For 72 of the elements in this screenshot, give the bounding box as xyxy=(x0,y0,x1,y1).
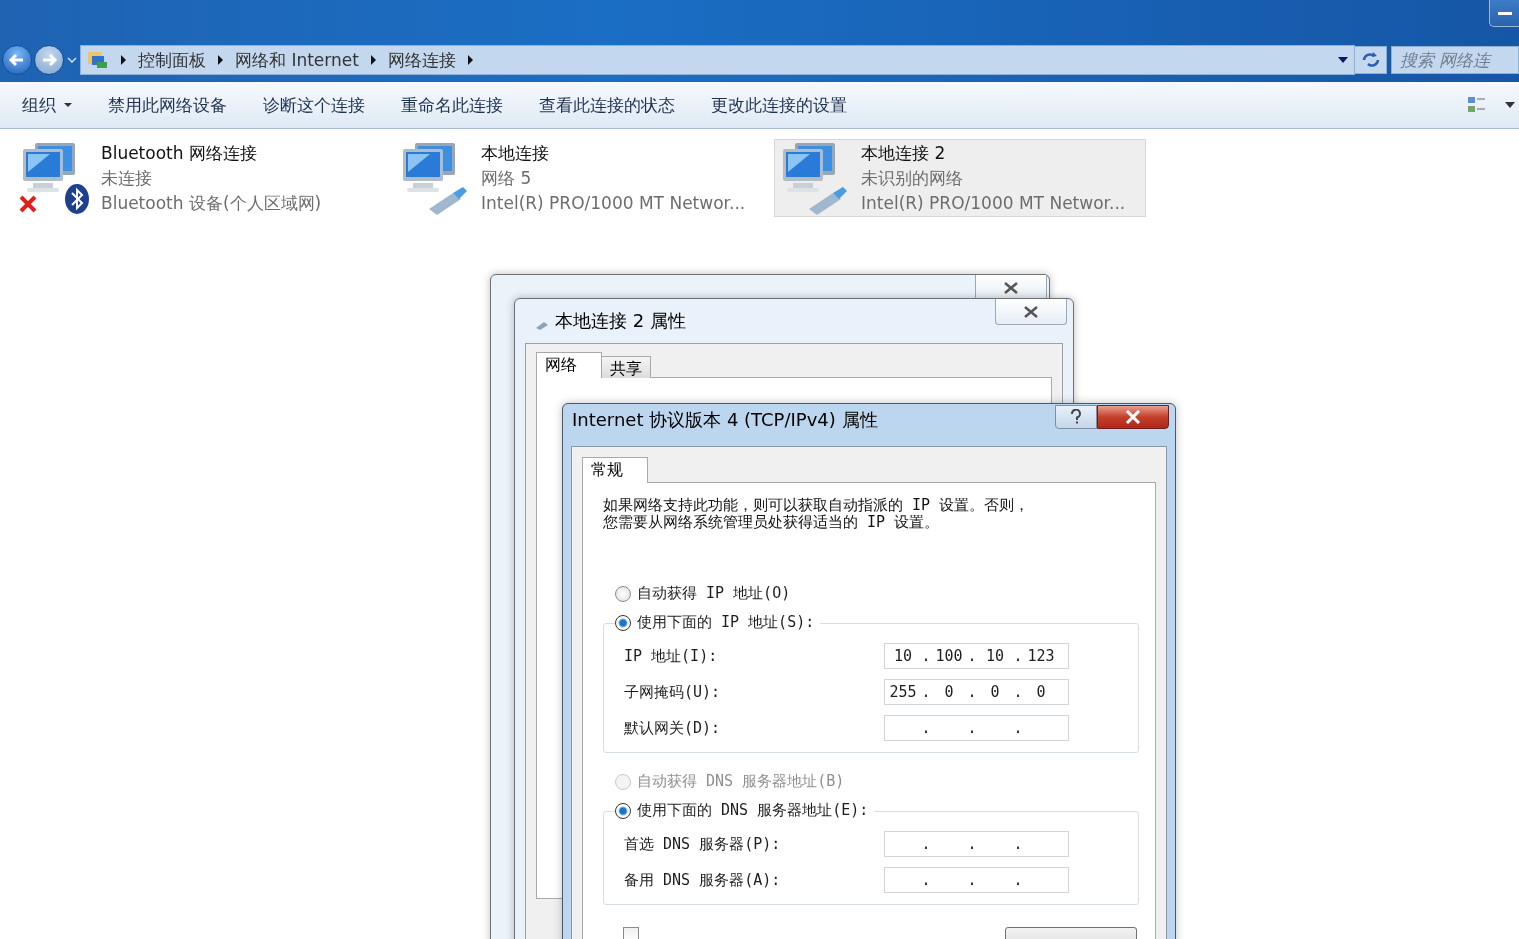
address-dropdown-icon[interactable] xyxy=(1338,57,1348,63)
search-field[interactable]: 搜索 网络连 xyxy=(1391,46,1519,74)
refresh-button[interactable] xyxy=(1355,46,1387,74)
close-icon xyxy=(1022,304,1040,319)
ip-address-field[interactable]: 255 . 0 . 0 . 0 xyxy=(884,679,1069,705)
radio-label: 自动获得 IP 地址(O) xyxy=(637,584,791,603)
window-title: 本地连接 2 属性 xyxy=(555,309,686,333)
refresh-icon xyxy=(1360,51,1381,69)
field-label: 子网掩码(U): xyxy=(624,682,722,702)
tab[interactable]: 共享 xyxy=(601,356,651,378)
checkbox[interactable] xyxy=(623,927,639,939)
close-button[interactable] xyxy=(995,299,1067,325)
radio-label: 使用下面的 IP 地址(S): xyxy=(637,613,815,632)
connection-name: Bluetooth 网络连接 xyxy=(101,141,258,165)
connection-status: 未识别的网络 xyxy=(861,166,964,190)
radio-label: 使用下面的 DNS 服务器地址(E): xyxy=(637,801,869,820)
view-dropdown-icon[interactable] xyxy=(1505,102,1515,108)
toolbar-button[interactable]: 更改此连接的设置 xyxy=(697,89,861,121)
ip-address-field[interactable]: . . . xyxy=(884,831,1069,857)
breadcrumb-item[interactable]: 网络连接 xyxy=(387,48,456,72)
history-dropdown-icon[interactable] xyxy=(67,57,77,63)
control-panel-icon xyxy=(87,50,109,70)
window-title: Internet 协议版本 4 (TCP/IPv4) 属性 xyxy=(572,408,878,432)
breadcrumb-item[interactable]: 网络和 Internet xyxy=(235,48,359,72)
toolbar-button[interactable]: 禁用此网络设备 xyxy=(94,89,241,121)
connection-item[interactable]: Bluetooth 网络连接 未连接 Bluetooth 设备(个人区域网) xyxy=(14,139,386,217)
help-button[interactable] xyxy=(1055,405,1097,429)
field-label: IP 地址(I): xyxy=(624,646,719,666)
ip-address-field[interactable]: . . . xyxy=(884,715,1069,741)
forward-button[interactable] xyxy=(34,45,64,75)
back-arrow-icon xyxy=(8,51,26,69)
radio-button[interactable] xyxy=(615,802,631,819)
toolbar-button[interactable]: 诊断这个连接 xyxy=(249,89,379,121)
description-text: 如果网络支持此功能，则可以获取自动指派的 IP 设置。否则， xyxy=(603,497,1030,514)
connection-item[interactable]: 本地连接 2 未识别的网络 Intel(R) PRO/1000 MT Networ... xyxy=(774,139,1146,217)
toolbar-button[interactable]: 查看此连接的状态 xyxy=(525,89,689,121)
connection-item[interactable]: 本地连接 网络 5 Intel(R) PRO/1000 MT Networ... xyxy=(394,139,766,217)
address-bar[interactable]: 控制面板 网络和 Internet 网络连接 xyxy=(80,45,1355,75)
field-label: 默认网关(D): xyxy=(624,718,722,738)
adapter-name: Intel(R) PRO/1000 MT Networ... xyxy=(861,191,1126,215)
connection-status: 网络 5 xyxy=(481,166,533,190)
radio-label: 自动获得 DNS 服务器地址(B) xyxy=(637,772,845,791)
breadcrumb-arrow-icon[interactable] xyxy=(121,55,126,65)
breadcrumb-arrow-icon[interactable] xyxy=(467,55,473,65)
connection-status: 未连接 xyxy=(101,166,153,190)
field-label: 首选 DNS 服务器(P): xyxy=(624,834,782,854)
description-text: 您需要从网络系统管理员处获得适当的 IP 设置。 xyxy=(603,514,940,531)
close-icon xyxy=(1125,410,1141,424)
field-label: 备用 DNS 服务器(A): xyxy=(624,870,782,890)
toolbar-button[interactable]: 重命名此连接 xyxy=(387,89,517,121)
back-button[interactable] xyxy=(2,45,32,75)
close-button[interactable] xyxy=(975,275,1047,301)
toolbar-button[interactable]: 组织 xyxy=(8,89,86,121)
adapter-name: Bluetooth 设备(个人区域网) xyxy=(101,191,322,215)
tab[interactable]: 网络 xyxy=(536,352,602,378)
forward-arrow-icon xyxy=(40,51,58,69)
network-cable-icon xyxy=(535,320,549,330)
connection-name: 本地连接 xyxy=(481,141,550,165)
minimize-button[interactable] xyxy=(1489,0,1519,27)
breadcrumb-arrow-icon[interactable] xyxy=(218,55,223,65)
breadcrumb-item[interactable]: 控制面板 xyxy=(138,48,206,72)
close-button[interactable] xyxy=(1097,405,1169,429)
tab[interactable]: 常规 xyxy=(582,457,648,483)
ip-address-field[interactable]: 10 . 100 . 10 . 123 xyxy=(884,643,1069,669)
adapter-name: Intel(R) PRO/1000 MT Networ... xyxy=(481,191,746,215)
ip-address-field[interactable]: . . . xyxy=(884,867,1069,893)
radio-button[interactable] xyxy=(615,614,631,631)
connection-name: 本地连接 2 xyxy=(861,141,947,165)
close-icon xyxy=(1002,280,1020,295)
breadcrumb-arrow-icon[interactable] xyxy=(370,55,376,65)
radio-button[interactable] xyxy=(615,585,631,602)
help-icon xyxy=(1070,409,1082,425)
